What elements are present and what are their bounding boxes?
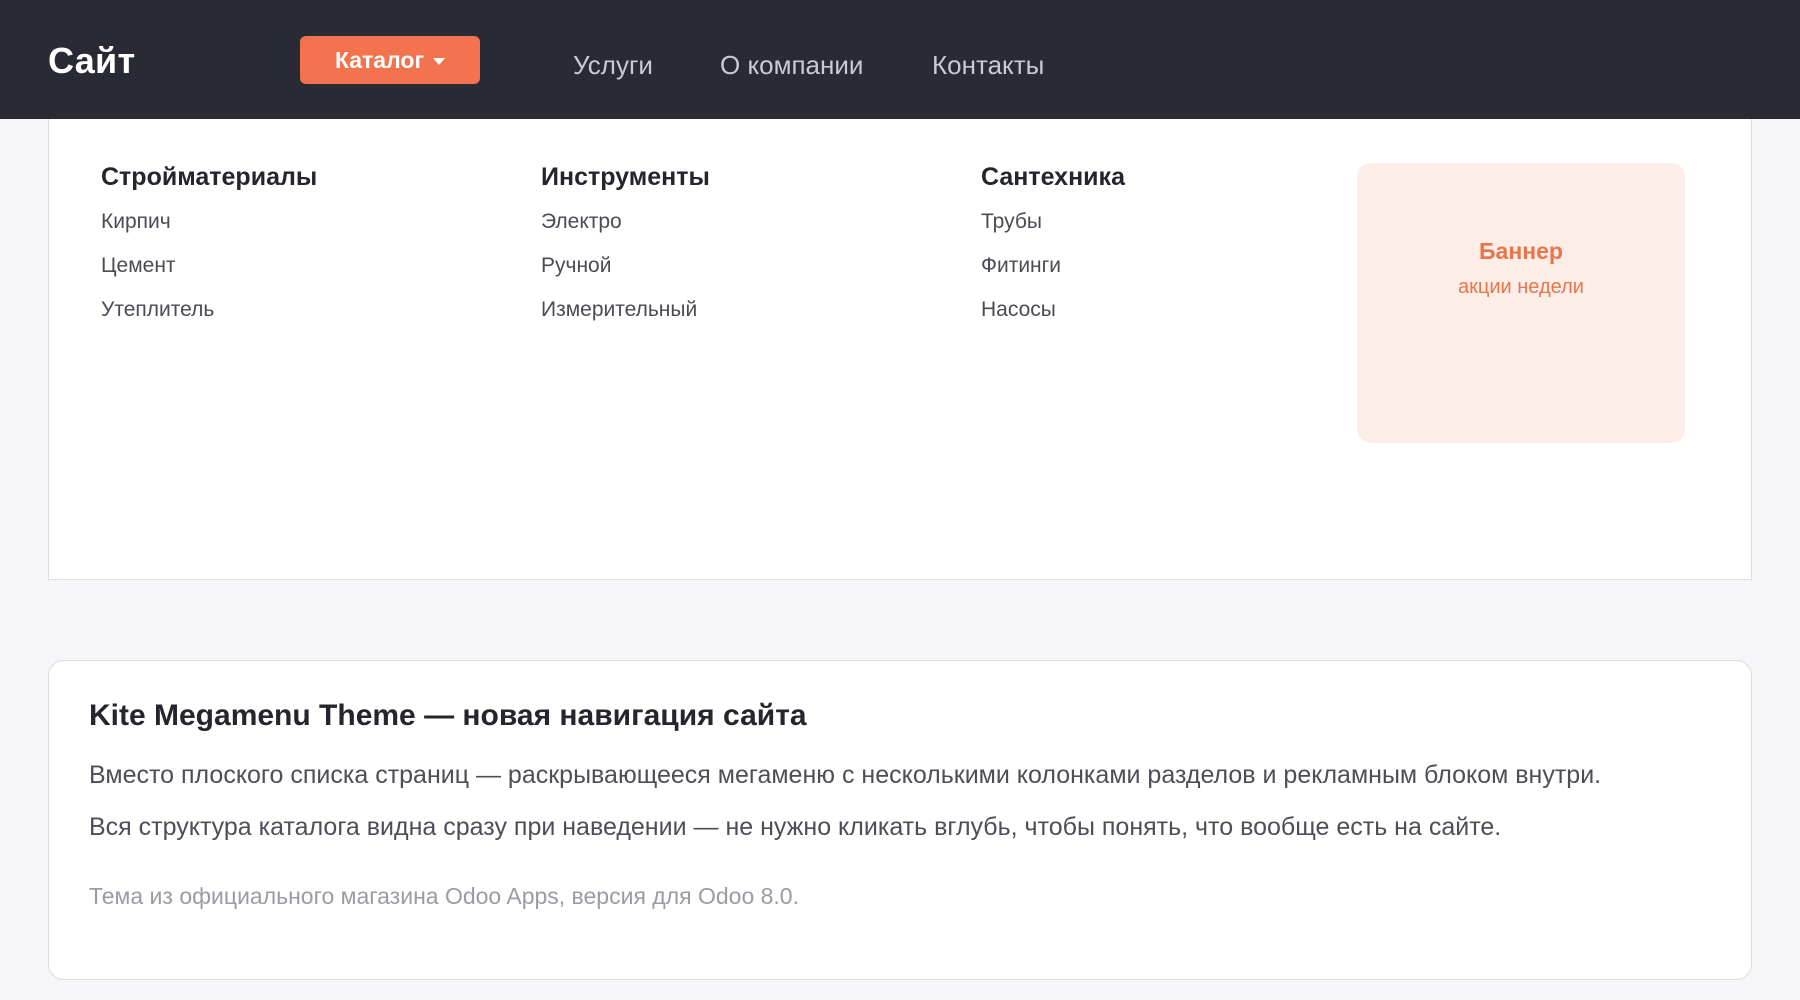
info-card-title: Kite Megamenu Theme — новая навигация са… <box>89 699 807 732</box>
info-card: Kite Megamenu Theme — новая навигация са… <box>48 660 1752 980</box>
nav-link-services[interactable]: Услуги <box>573 50 653 81</box>
megamenu-item[interactable]: Ручной <box>541 254 710 298</box>
megamenu-item[interactable]: Насосы <box>981 298 1125 342</box>
megamenu-item[interactable]: Фитинги <box>981 254 1125 298</box>
info-card-paragraph: Вместо плоского списка страниц — раскрыв… <box>89 761 1602 789</box>
info-card-note: Тема из официального магазина Odoo Apps,… <box>89 883 799 909</box>
megamenu-column-title[interactable]: Сантехника <box>981 163 1125 192</box>
promo-banner-title: Баннер <box>1479 238 1563 264</box>
megamenu-column-building-materials: Стройматериалы Кирпич Цемент Утеплитель <box>101 163 317 342</box>
megamenu-item[interactable]: Кирпич <box>101 210 317 254</box>
promo-banner-subtitle: акции недели <box>1458 276 1584 298</box>
catalog-menu-button[interactable]: Каталог <box>300 36 480 84</box>
megamenu-item[interactable]: Электро <box>541 210 710 254</box>
megamenu-dropdown: Стройматериалы Кирпич Цемент Утеплитель … <box>48 119 1752 580</box>
nav-link-about[interactable]: О компании <box>720 50 863 81</box>
site-logo[interactable]: Сайт <box>48 40 135 82</box>
megamenu-column-title[interactable]: Стройматериалы <box>101 163 317 192</box>
megamenu-item[interactable]: Трубы <box>981 210 1125 254</box>
megamenu-column-tools: Инструменты Электро Ручной Измерительный <box>541 163 710 342</box>
megamenu-item[interactable]: Утеплитель <box>101 298 317 342</box>
megamenu-item[interactable]: Цемент <box>101 254 317 298</box>
nav-link-contacts[interactable]: Контакты <box>932 50 1044 81</box>
top-navbar: Сайт Каталог Услуги О компании Контакты <box>0 0 1800 119</box>
megamenu-column-title[interactable]: Инструменты <box>541 163 710 192</box>
catalog-menu-label: Каталог <box>334 46 425 73</box>
megamenu-item[interactable]: Измерительный <box>541 298 710 342</box>
caret-down-icon <box>433 57 446 65</box>
info-card-paragraph: Вся структура каталога видна сразу при н… <box>89 813 1502 841</box>
promo-banner[interactable]: Баннер акции недели <box>1357 163 1685 443</box>
megamenu-column-plumbing: Сантехника Трубы Фитинги Насосы <box>981 163 1125 342</box>
